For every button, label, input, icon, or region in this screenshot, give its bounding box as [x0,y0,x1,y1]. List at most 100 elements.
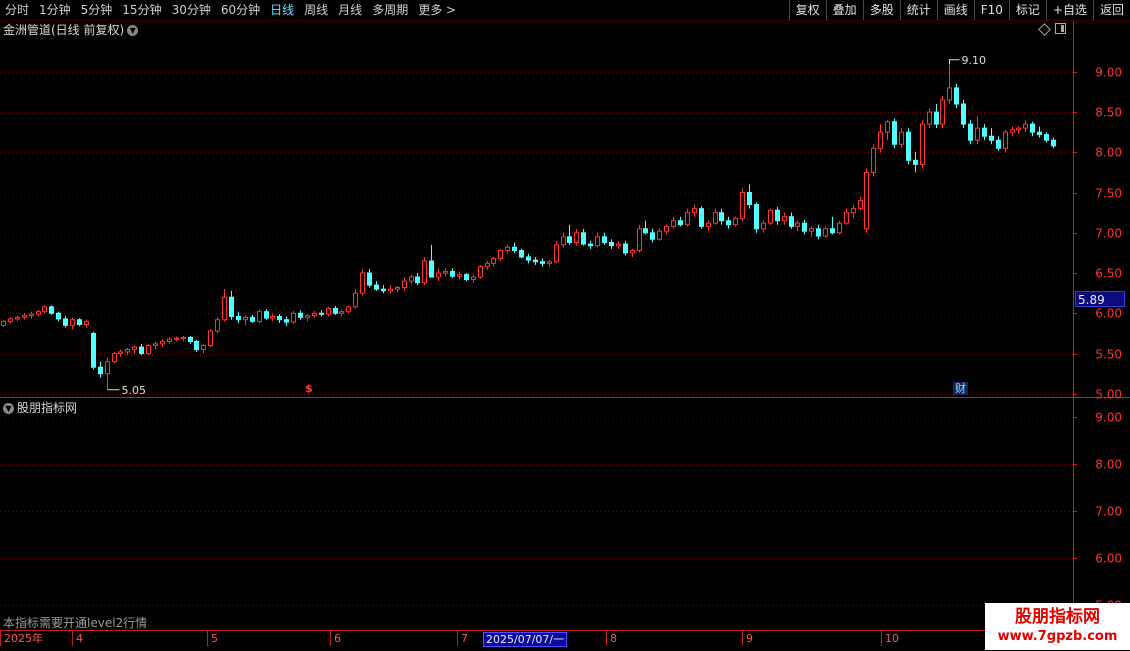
candle-down [319,312,324,315]
candle-up [125,349,130,353]
main-panel-title[interactable]: 金洲管道(日线 前复权) ▼ [3,21,139,38]
price-axis-label: 7.50 [1095,187,1122,201]
chevron-down-icon[interactable]: ▼ [127,25,139,36]
candle-up [174,337,179,340]
candle-down [789,216,794,227]
candle-down [333,307,338,314]
candle-up [160,340,165,345]
candle-up [105,361,110,375]
financial-report-marker[interactable]: 财 [953,382,968,395]
candle-up [305,315,310,318]
date-tick: 8 [606,631,617,646]
current-price-badge: 5.89 [1075,291,1125,307]
candle-down [519,250,524,258]
candle-down [650,232,655,240]
candle-up [657,230,662,240]
candle-down [188,336,193,342]
candle-up [706,222,711,227]
candle-down [588,243,593,247]
window-toggle-icon[interactable] [1055,23,1066,34]
candle-down [623,243,628,254]
low-price-label: 5.05 [122,384,147,397]
candle-down [906,131,911,161]
candle-up [878,131,883,149]
candle-up [29,313,34,317]
candle-up [181,336,186,339]
candle-down [250,316,255,322]
candle-up [42,306,47,313]
candle-up [809,228,814,232]
candle-up [485,262,490,268]
candle-up [422,260,427,284]
date-tick: 9 [742,631,753,646]
candle-down [699,208,704,227]
candle-down [754,204,759,230]
candle-down [567,236,572,243]
price-axis-label: 5.50 [1095,348,1122,362]
candle-up [395,287,400,290]
candle-up [409,276,414,282]
candle-up [871,147,876,173]
sub-panel-title[interactable]: ▼ 股朋指标网 [3,399,77,416]
candle-down [989,135,994,141]
candle-down [56,312,61,320]
dividend-marker[interactable]: $ [305,382,313,395]
candle-up [36,311,41,315]
candle-down [802,222,807,232]
candle-up [326,307,331,315]
candle-up [208,330,213,346]
candle-up [547,261,552,264]
candle-up [837,222,842,234]
candle-up [443,270,448,274]
candle-down [229,296,234,318]
candle-down [719,212,724,222]
chevron-down-icon[interactable]: ▼ [3,403,14,414]
candle-up [713,212,718,224]
candle-down [91,332,96,368]
price-axis-label: 5.00 [1095,388,1122,402]
candle-down [1037,131,1042,136]
candle-up [346,306,351,313]
candle-up [353,292,358,308]
candle-down [264,311,269,319]
candle-up [733,217,738,226]
candle-down [429,260,434,278]
kline-chart[interactable]: 9.00 8.50 8.00 7.50 7.00 6.50 6.00 5.50 5.00 9.00… [0,0,1130,650]
high-price-label: 9.10 [962,54,987,67]
date-cursor-label: 2025/07/07/一 [483,632,568,647]
candle-up [692,208,697,214]
watermark-logo: 股朋指标网 www.7gpzb.com [985,603,1130,650]
candle-down [367,272,372,286]
candle-up [864,171,869,230]
candle-up [402,280,407,289]
candle-up [1016,127,1021,131]
price-axis-label: 6.00 [1095,307,1122,321]
candle-down [63,318,68,326]
candle-up [505,246,510,252]
candle-up [851,208,856,214]
price-axis-label: 8.00 [1095,458,1122,472]
candle-down [298,312,303,318]
candle-up [975,127,980,141]
candle-down [1051,139,1056,147]
price-axis-label: 7.00 [1095,227,1122,241]
candle-up [685,212,690,226]
candle-down [374,284,379,290]
indicator-title: 股朋指标网 [17,401,78,415]
price-axis-label: 9.00 [1095,66,1122,80]
candle-down [968,123,973,141]
candle-up [360,272,365,294]
candle-up [630,250,635,254]
candle-up [118,351,123,355]
candle-up [1010,129,1015,133]
candle-up [146,344,151,355]
candle-up [312,312,317,317]
diamond-icon[interactable] [1038,23,1051,36]
candle-up [795,222,800,227]
candle-up [1023,123,1028,129]
candle-down [139,346,144,355]
candle-up [768,209,773,224]
candle-down [913,159,918,165]
candle-up [782,216,787,222]
candle-up [471,276,476,280]
